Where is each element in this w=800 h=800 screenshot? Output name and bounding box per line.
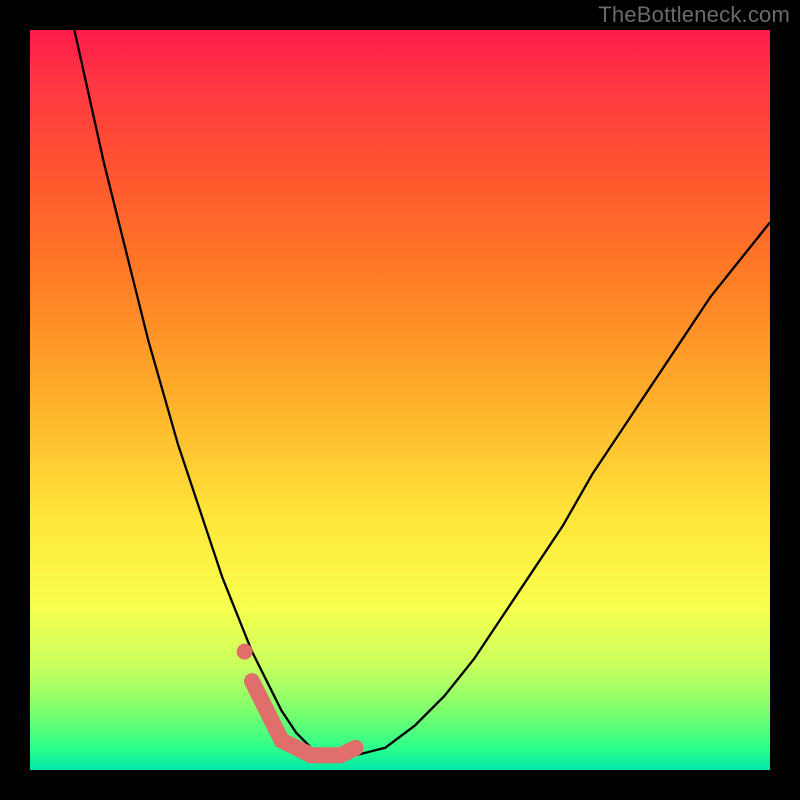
bottleneck-curve: [74, 30, 770, 755]
curve-layer: [30, 30, 770, 770]
highlight-dot-icon: [237, 644, 253, 660]
highlight-segment: [252, 681, 356, 755]
watermark-label: TheBottleneck.com: [598, 2, 790, 28]
chart-frame: TheBottleneck.com: [0, 0, 800, 800]
chart-plot-area: [30, 30, 770, 770]
